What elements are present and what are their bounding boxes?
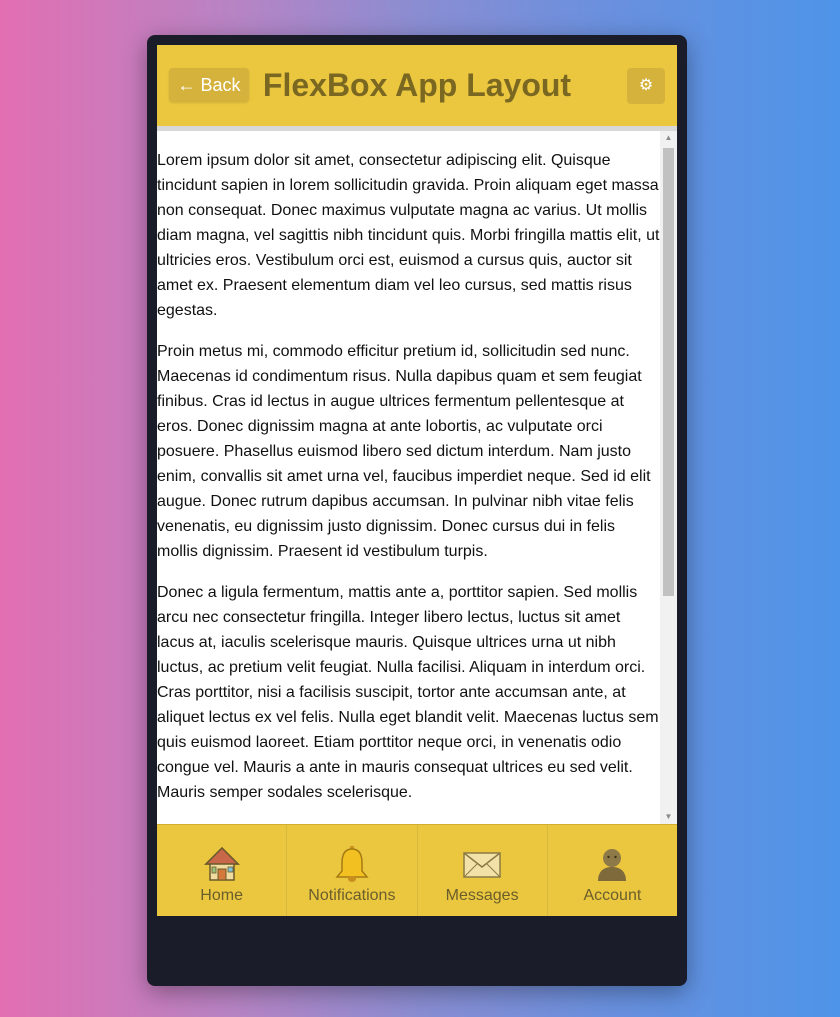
app-header: ← Back FlexBox App Layout ⚙: [157, 45, 677, 131]
main-content[interactable]: Lorem ipsum dolor sit amet, consectetur …: [157, 131, 660, 824]
envelope-icon: [463, 852, 501, 878]
bottom-tab-bar: Home Notifications Messages Account: [157, 824, 677, 916]
content-paragraph: Proin metus mi, commodo efficitur pretiu…: [157, 343, 651, 560]
page-title: FlexBox App Layout: [262, 67, 572, 103]
scroll-up-arrow-icon[interactable]: ▲: [660, 131, 677, 145]
tab-account[interactable]: Account: [548, 825, 677, 916]
tab-notifications-label: Notifications: [308, 887, 396, 904]
tab-messages[interactable]: Messages: [418, 825, 548, 916]
gear-icon: ⚙: [638, 77, 654, 94]
bell-icon: [335, 846, 369, 882]
tab-home-label: Home: [200, 887, 243, 904]
person-icon: [598, 849, 627, 881]
content-scrollbar[interactable]: ▲ ▼: [660, 131, 677, 824]
scroll-down-arrow-icon[interactable]: ▼: [660, 810, 677, 824]
tab-account-label: Account: [583, 887, 642, 904]
device-frame: ← Back FlexBox App Layout ⚙ Lorem ipsum …: [147, 35, 687, 986]
content-paragraph: Lorem ipsum dolor sit amet, consectetur …: [157, 152, 660, 319]
settings-button[interactable]: ⚙: [627, 68, 665, 104]
scroll-thumb[interactable]: [663, 148, 674, 596]
house-icon: [203, 846, 240, 881]
app-screen: ← Back FlexBox App Layout ⚙ Lorem ipsum …: [157, 45, 677, 916]
tab-messages-label: Messages: [445, 887, 519, 904]
tab-notifications[interactable]: Notifications: [287, 825, 418, 916]
tab-home[interactable]: Home: [157, 825, 288, 916]
content-paragraph: Donec a ligula fermentum, mattis ante a,…: [157, 584, 659, 801]
